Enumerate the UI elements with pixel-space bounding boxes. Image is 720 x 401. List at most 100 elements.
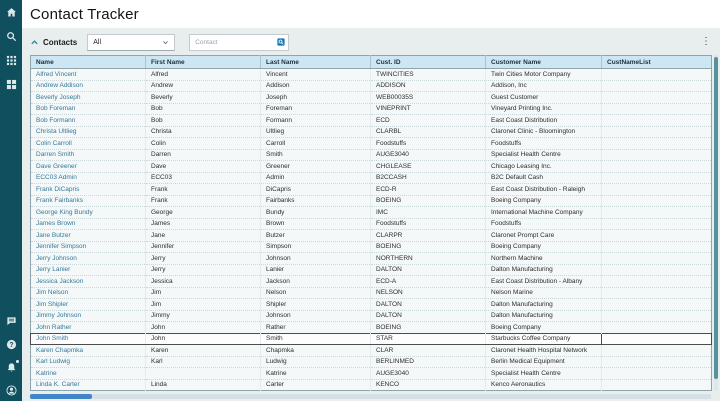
cell-cust-id[interactable]: DALTON bbox=[371, 299, 486, 311]
table-row[interactable]: Jane ButzerJaneButzerCLARPRClaronet Prom… bbox=[31, 230, 712, 242]
column-header-cust-id[interactable]: Cust. ID bbox=[371, 56, 486, 69]
cell-cust-id[interactable]: ECD-A bbox=[371, 276, 486, 288]
cell-last-name[interactable]: Nelson bbox=[261, 287, 371, 299]
cell-last-name[interactable]: DiCapris bbox=[261, 184, 371, 196]
cell-cust-id[interactable]: DALTON bbox=[371, 310, 486, 322]
cell-name[interactable]: Colin Carroll bbox=[31, 138, 146, 150]
table-row[interactable]: George King BundyGeorgeBundyIMCInternati… bbox=[31, 207, 712, 219]
cell-first-name[interactable]: Alfred bbox=[146, 69, 261, 81]
cell-last-name[interactable]: Greener bbox=[261, 161, 371, 173]
cell-name[interactable]: Jerry Lanier bbox=[31, 264, 146, 276]
help-icon[interactable]: ? bbox=[6, 339, 17, 350]
cell-cust-name-list[interactable] bbox=[602, 218, 712, 230]
cell-customer-name[interactable]: East Coast Distribution bbox=[486, 115, 602, 127]
cell-cust-name-list[interactable] bbox=[602, 299, 712, 311]
cell-name[interactable]: Karl Ludwig bbox=[31, 356, 146, 368]
cell-first-name[interactable]: Bob bbox=[146, 103, 261, 115]
cell-cust-name-list[interactable] bbox=[602, 287, 712, 299]
cell-cust-name-list[interactable] bbox=[602, 103, 712, 115]
cell-name[interactable]: Jane Butzer bbox=[31, 230, 146, 242]
cell-customer-name[interactable]: Guest Customer bbox=[486, 92, 602, 104]
cell-name[interactable]: Jennifer Simpson bbox=[31, 241, 146, 253]
cell-first-name[interactable]: Bob bbox=[146, 115, 261, 127]
cell-name[interactable]: Andrew Addison bbox=[31, 80, 146, 92]
table-row[interactable]: Colin CarrollColinCarrollFoodstuffsFoods… bbox=[31, 138, 712, 150]
cell-cust-name-list[interactable] bbox=[602, 379, 712, 391]
cell-cust-id[interactable]: TWINCITIES bbox=[371, 69, 486, 81]
cell-customer-name[interactable]: Boeing Company bbox=[486, 322, 602, 334]
cell-first-name[interactable]: Jerry bbox=[146, 264, 261, 276]
cell-cust-name-list[interactable] bbox=[602, 115, 712, 127]
table-row[interactable]: KatrineKatrineAUGE3040Specialist Health … bbox=[31, 368, 712, 380]
cell-last-name[interactable]: Butzer bbox=[261, 230, 371, 242]
table-row[interactable]: Frank FairbanksFrankFairbanksBOEINGBoein… bbox=[31, 195, 712, 207]
cell-customer-name[interactable]: Specialist Health Centre bbox=[486, 368, 602, 380]
cell-cust-id[interactable]: KENCO bbox=[371, 379, 486, 391]
table-row[interactable]: Linda K. CarterLindaCarterKENCOKenco Aer… bbox=[31, 379, 712, 391]
cell-cust-id[interactable]: BOEING bbox=[371, 322, 486, 334]
cell-cust-id[interactable]: CLARBL bbox=[371, 126, 486, 138]
cell-customer-name[interactable]: East Coast Distribution - Raleigh bbox=[486, 184, 602, 196]
cell-cust-id[interactable]: BOEING bbox=[371, 195, 486, 207]
cell-cust-name-list[interactable] bbox=[602, 230, 712, 242]
cell-cust-name-list[interactable] bbox=[602, 69, 712, 81]
cell-first-name[interactable]: Frank bbox=[146, 184, 261, 196]
cell-name[interactable]: Bob Foreman bbox=[31, 103, 146, 115]
cell-name[interactable]: Frank DiCapris bbox=[31, 184, 146, 196]
table-row[interactable]: Jessica JacksonJessicaJacksonECD-AEast C… bbox=[31, 276, 712, 288]
cell-customer-name[interactable]: Starbucks Coffee Company bbox=[486, 333, 602, 345]
cell-last-name[interactable]: Ultlieg bbox=[261, 126, 371, 138]
dashboard-icon[interactable] bbox=[6, 79, 17, 90]
cell-customer-name[interactable]: Boeing Company bbox=[486, 195, 602, 207]
cell-cust-name-list[interactable] bbox=[602, 333, 712, 345]
contact-search-input[interactable] bbox=[195, 39, 277, 46]
cell-last-name[interactable]: Joseph bbox=[261, 92, 371, 104]
cell-first-name[interactable]: Karl bbox=[146, 356, 261, 368]
cell-name[interactable]: Karen Chapmka bbox=[31, 345, 146, 357]
cell-cust-id[interactable]: WEB00035S bbox=[371, 92, 486, 104]
cell-name[interactable]: Jerry Johnson bbox=[31, 253, 146, 265]
cell-name[interactable]: Jim Nelson bbox=[31, 287, 146, 299]
cell-cust-id[interactable]: CHGLEASE bbox=[371, 161, 486, 173]
cell-first-name[interactable]: Christa bbox=[146, 126, 261, 138]
cell-cust-id[interactable]: DALTON bbox=[371, 264, 486, 276]
cell-customer-name[interactable]: Dalton Manufacturing bbox=[486, 299, 602, 311]
cell-cust-id[interactable]: ADDISON bbox=[371, 80, 486, 92]
cell-cust-name-list[interactable] bbox=[602, 149, 712, 161]
cell-name[interactable]: Christa Ultlieg bbox=[31, 126, 146, 138]
cell-name[interactable]: George King Bundy bbox=[31, 207, 146, 219]
cell-name[interactable]: Jim Shipler bbox=[31, 299, 146, 311]
home-icon[interactable] bbox=[6, 7, 17, 18]
cell-first-name[interactable]: Frank bbox=[146, 195, 261, 207]
table-row[interactable]: Beverly JosephBeverlyJosephWEB00035SGues… bbox=[31, 92, 712, 104]
cell-last-name[interactable]: Katrine bbox=[261, 368, 371, 380]
cell-last-name[interactable]: Johnson bbox=[261, 310, 371, 322]
cell-cust-name-list[interactable] bbox=[602, 161, 712, 173]
table-row[interactable]: ECC03 AdminECC03AdminB2CCASHB2C Default … bbox=[31, 172, 712, 184]
table-row[interactable]: Jennifer SimpsonJenniferSimpsonBOEINGBoe… bbox=[31, 241, 712, 253]
cell-customer-name[interactable]: Foodstuffs bbox=[486, 218, 602, 230]
cell-last-name[interactable]: Vincent bbox=[261, 69, 371, 81]
table-row[interactable]: Andrew AddisonAndrewAddisonADDISONAddiso… bbox=[31, 80, 712, 92]
cell-cust-name-list[interactable] bbox=[602, 207, 712, 219]
cell-last-name[interactable]: Fairbanks bbox=[261, 195, 371, 207]
cell-first-name[interactable]: Beverly bbox=[146, 92, 261, 104]
table-row[interactable]: Jim NelsonJimNelsonNELSONNelson Marine bbox=[31, 287, 712, 299]
cell-cust-id[interactable]: AUGE3040 bbox=[371, 149, 486, 161]
cell-last-name[interactable]: Shipler bbox=[261, 299, 371, 311]
horizontal-scrollbar-thumb[interactable] bbox=[30, 394, 92, 399]
contact-lookup-icon[interactable] bbox=[277, 38, 285, 46]
cell-cust-name-list[interactable] bbox=[602, 92, 712, 104]
cell-first-name[interactable]: Jennifer bbox=[146, 241, 261, 253]
table-row[interactable]: Bob FormannBobFormannECDEast Coast Distr… bbox=[31, 115, 712, 127]
table-row[interactable]: Karl LudwigKarlLudwigBERLINMEDBerlin Med… bbox=[31, 356, 712, 368]
table-row[interactable]: John RatherJohnRatherBOEINGBoeing Compan… bbox=[31, 322, 712, 334]
cell-last-name[interactable]: Simpson bbox=[261, 241, 371, 253]
cell-last-name[interactable]: Carroll bbox=[261, 138, 371, 150]
cell-last-name[interactable]: Bundy bbox=[261, 207, 371, 219]
cell-first-name[interactable]: John bbox=[146, 322, 261, 334]
cell-first-name[interactable]: Jessica bbox=[146, 276, 261, 288]
cell-first-name[interactable]: George bbox=[146, 207, 261, 219]
cell-first-name[interactable]: Darren bbox=[146, 149, 261, 161]
cell-first-name[interactable]: Colin bbox=[146, 138, 261, 150]
